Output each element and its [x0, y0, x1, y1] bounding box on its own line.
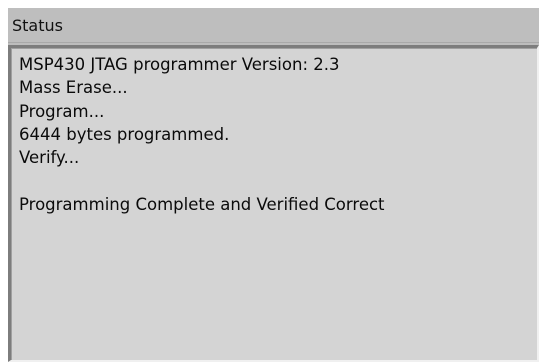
log-line: Programming Complete and Verified Correc… [19, 194, 385, 214]
log-line: MSP430 JTAG programmer Version: 2.3 [19, 55, 340, 74]
log-line: Program... [19, 101, 105, 121]
status-log-textarea[interactable]: MSP430 JTAG programmer Version: 2.3 Mass… [8, 45, 539, 362]
status-log-content: MSP430 JTAG programmer Version: 2.3 Mass… [11, 48, 537, 360]
status-panel-title: Status [8, 8, 539, 43]
log-line: Mass Erase... [19, 78, 128, 98]
log-line: 6444 bytes programmed. [19, 124, 230, 144]
status-panel: Status MSP430 JTAG programmer Version: 2… [8, 8, 539, 362]
log-line: Verify... [19, 148, 80, 168]
